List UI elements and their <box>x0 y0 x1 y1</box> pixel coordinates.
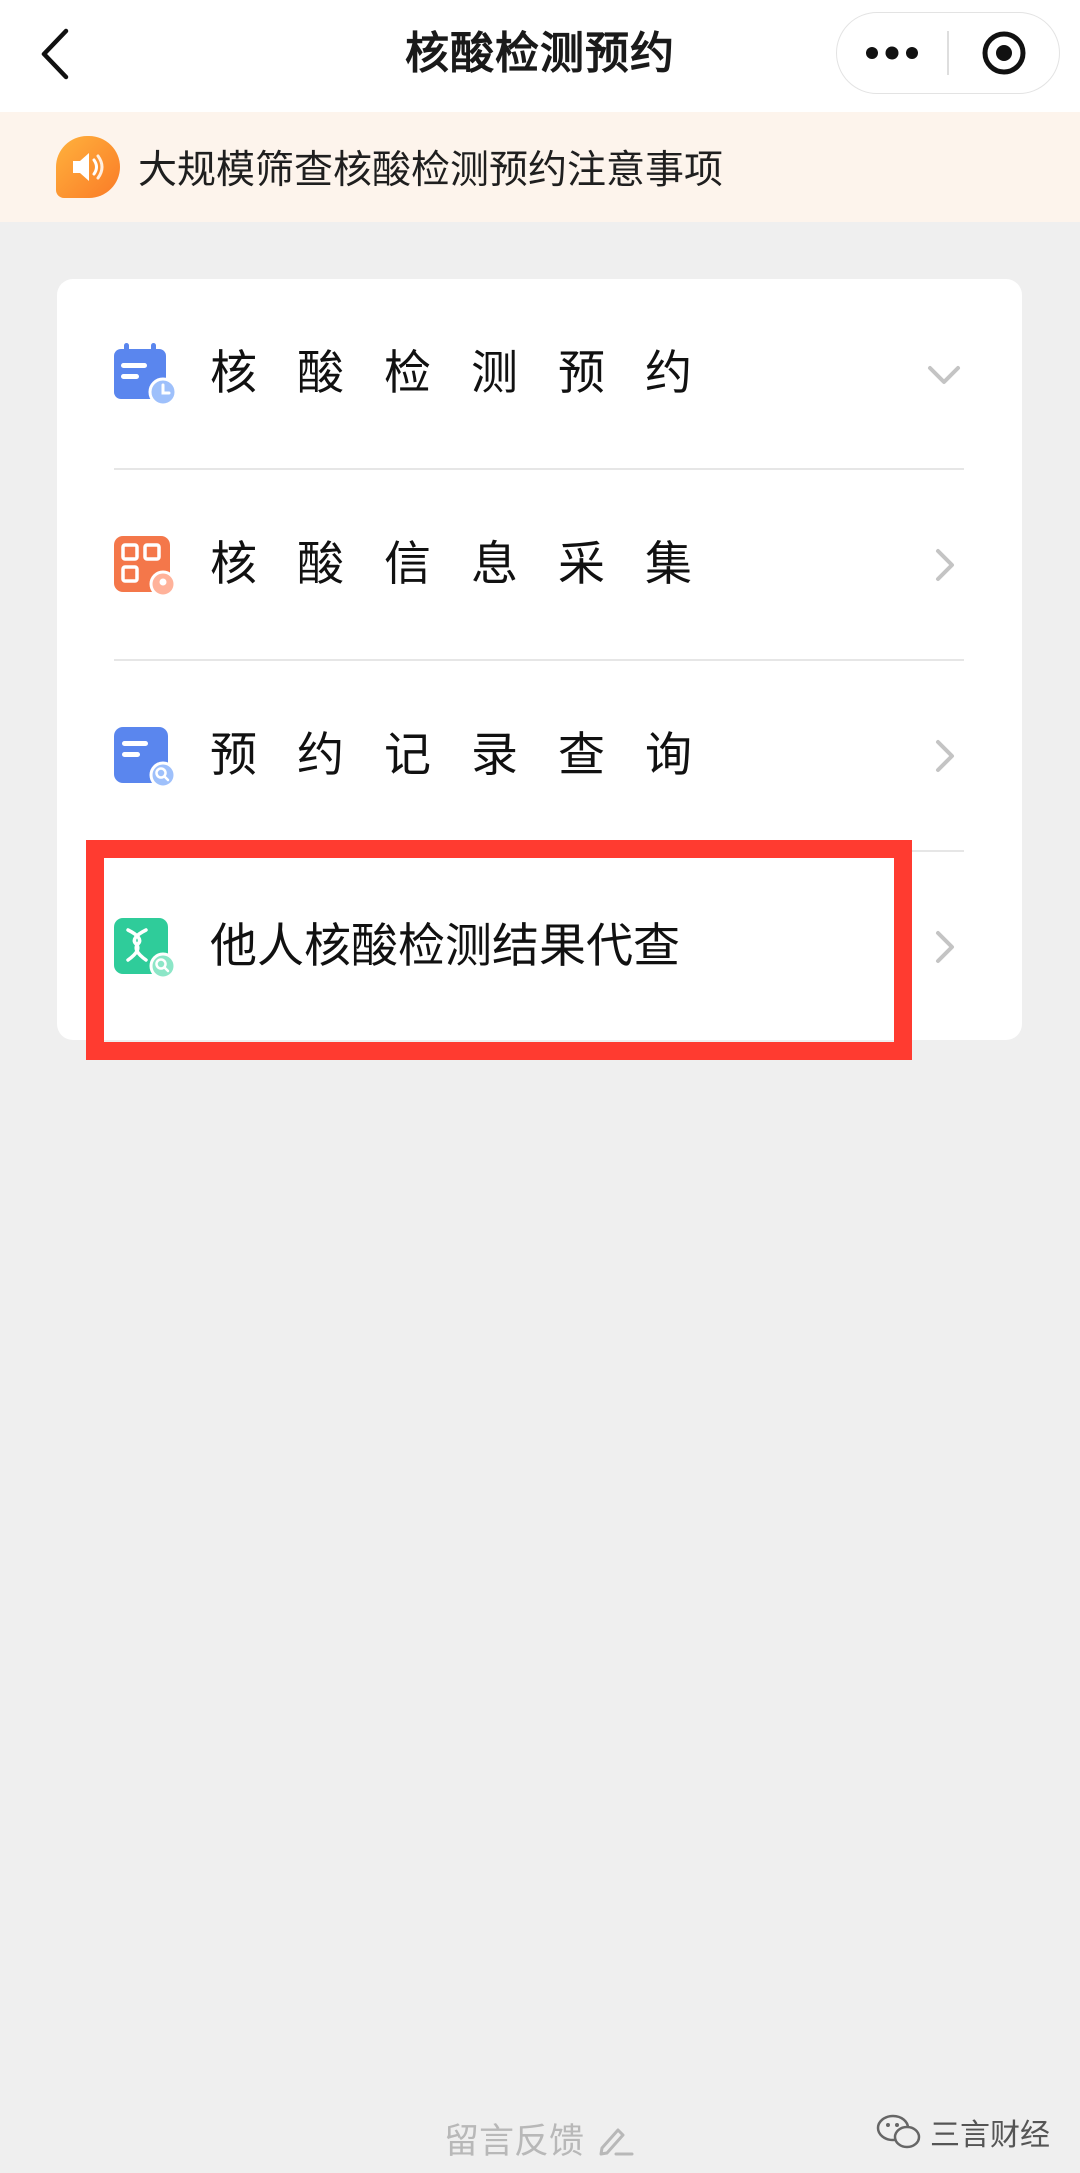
close-mini-program-button[interactable] <box>949 13 1059 93</box>
notice-banner[interactable]: 大规模筛查核酸检测预约注意事项 <box>0 112 1080 222</box>
more-dots-icon <box>866 46 919 60</box>
pencil-icon <box>599 2128 634 2156</box>
wechat-icon <box>876 2114 921 2149</box>
highlight-annotation-box <box>86 840 912 1060</box>
chevron-right-icon <box>936 549 954 581</box>
menu-item-label: 预约记录查询 <box>210 728 732 783</box>
chevron-right-icon <box>936 931 954 963</box>
feedback-label: 留言反馈 <box>443 2121 584 2162</box>
calendar-clock-icon <box>114 343 178 407</box>
menu-item-label: 核酸检测预约 <box>210 346 732 401</box>
chevron-left-icon <box>41 28 69 80</box>
chevron-right-icon <box>936 740 954 772</box>
navigation-bar: 核酸检测预约 <box>0 0 1080 112</box>
menu-item-record-query[interactable]: 预约记录查询 <box>57 661 1022 851</box>
mini-program-capsule <box>836 12 1060 94</box>
more-button[interactable] <box>837 13 947 93</box>
qr-code-icon <box>114 536 177 598</box>
chevron-down-icon <box>928 366 960 384</box>
menu-item-info-collection[interactable]: 核酸信息采集 <box>57 470 1022 660</box>
notice-text: 大规模筛查核酸检测预约注意事项 <box>138 148 724 193</box>
back-button[interactable] <box>30 24 80 84</box>
menu-item-label: 核酸信息采集 <box>210 537 732 592</box>
document-search-icon <box>114 727 177 789</box>
target-close-icon <box>982 31 1026 75</box>
speaker-icon <box>56 136 120 198</box>
watermark: 三言财经 <box>876 2104 1050 2160</box>
menu-item-appointment[interactable]: 核酸检测预约 <box>57 279 1022 469</box>
watermark-text: 三言财经 <box>930 2118 1050 2153</box>
